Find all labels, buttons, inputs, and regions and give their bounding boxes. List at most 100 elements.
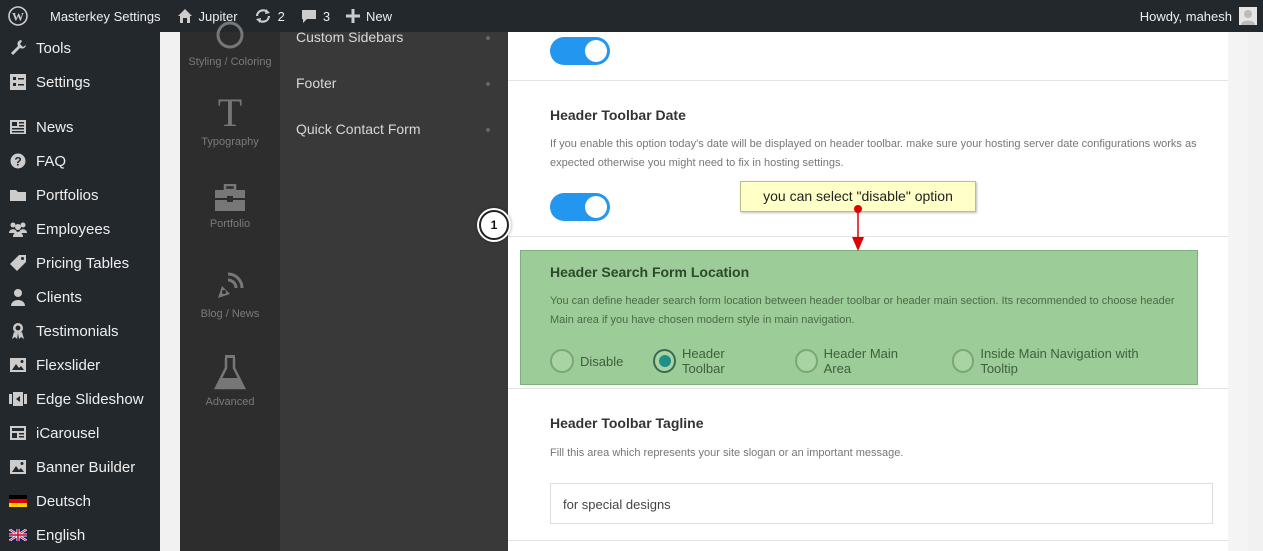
flag-de-icon	[8, 491, 28, 511]
new-label: New	[366, 8, 393, 24]
radio-disable[interactable]: Disable	[550, 349, 623, 373]
settings-icon	[8, 72, 28, 92]
toolbar-tagline-description: Fill this area which represents your sit…	[550, 447, 904, 459]
menu-item-flexslider[interactable]: Flexslider	[0, 350, 160, 380]
radio-dot	[659, 355, 672, 367]
menu-label: Testimonials	[36, 322, 119, 340]
screen: W Masterkey Settings Jupiter 2 3 New How…	[0, 0, 1263, 551]
flask-icon	[214, 355, 246, 390]
subsection-label: Footer	[296, 75, 337, 91]
category-portfolio[interactable]: Portfolio	[180, 184, 280, 230]
previous-option-toggle[interactable]	[550, 37, 610, 65]
menu-label: Pricing Tables	[36, 254, 130, 272]
radio-label: Inside Main Navigation with Tooltip	[980, 346, 1139, 376]
subsection-footer[interactable]: Footer	[296, 75, 496, 91]
menu-item-english[interactable]: English	[0, 520, 160, 550]
category-blog-news[interactable]: Blog / News	[180, 270, 280, 320]
carousel-icon	[8, 423, 28, 443]
menu-gap	[160, 32, 180, 551]
menu-item-employees[interactable]: Employees	[0, 214, 160, 244]
search-location-highlight: Header Search Form Location You can defi…	[520, 250, 1198, 385]
menu-item-faq[interactable]: ? FAQ	[0, 146, 160, 176]
radio-circle	[951, 349, 975, 373]
toolbar-date-description: If you enable this option today's date w…	[550, 138, 1197, 169]
briefcase-icon	[215, 184, 245, 211]
menu-label: Settings	[36, 73, 91, 91]
menu-item-icarousel[interactable]: iCarousel	[0, 418, 160, 448]
menu-label: English	[36, 526, 86, 544]
radio-inside-main-navigation[interactable]: Inside Main Navigation with Tooltip	[951, 346, 1167, 376]
bullet-dot	[486, 128, 490, 132]
menu-label: News	[36, 118, 74, 136]
radio-circle	[550, 349, 574, 373]
toggle-knob	[585, 40, 607, 62]
menu-label: Portfolios	[36, 186, 99, 204]
comments-count: 3	[322, 8, 331, 24]
search-location-radio-group: Disable Header Toolbar Header Main Area …	[550, 346, 1197, 376]
menu-item-testimonials[interactable]: Testimonials	[0, 316, 160, 346]
toolbar-tagline-title: Header Toolbar Tagline	[550, 415, 704, 431]
menu-item-banner-builder[interactable]: Banner Builder	[0, 452, 160, 482]
bullet-dot	[486, 36, 490, 40]
category-label: Blog / News	[200, 308, 260, 320]
menu-item-edge-slideshow[interactable]: Edge Slideshow	[0, 384, 160, 414]
wrench-icon	[8, 38, 28, 58]
category-advanced[interactable]: Advanced	[180, 354, 280, 408]
folder-icon	[8, 185, 28, 205]
my-account-link[interactable]: Howdy, mahesh	[1132, 0, 1263, 32]
menu-label: Clients	[36, 288, 82, 306]
new-content-link[interactable]: New	[338, 0, 400, 32]
menu-item-pricing-tables[interactable]: Pricing Tables	[0, 248, 160, 278]
toolbar-tagline-input[interactable]: for special designs	[550, 483, 1213, 524]
divider	[508, 388, 1228, 389]
radio-header-toolbar[interactable]: Header Toolbar	[653, 346, 765, 376]
category-styling-coloring[interactable]: Styling / Coloring	[180, 20, 280, 68]
menu-item-deutsch[interactable]: Deutsch	[0, 486, 160, 516]
employees-icon	[8, 219, 28, 239]
radio-label: Header Toolbar	[682, 346, 725, 376]
subsection-quick-contact-form[interactable]: Quick Contact Form	[296, 121, 496, 137]
toggle-knob	[585, 196, 607, 218]
subsection-label: Quick Contact Form	[296, 121, 421, 137]
option-category-column: Styling / Coloring T Typography Portfoli…	[180, 21, 280, 551]
menu-label: Employees	[36, 220, 111, 238]
menu-item-news[interactable]: News	[0, 112, 160, 142]
award-icon	[8, 321, 28, 341]
site-name-label: Masterkey Settings	[50, 8, 161, 24]
svg-text:T: T	[218, 92, 242, 130]
comments-link[interactable]: 3	[293, 0, 338, 32]
category-label: Styling / Coloring	[188, 56, 272, 68]
person-icon	[8, 287, 28, 307]
subsection-custom-sidebars[interactable]: Custom Sidebars	[296, 29, 496, 45]
divider	[508, 540, 1228, 541]
toolbar-date-toggle[interactable]	[550, 193, 610, 221]
radio-header-main-area[interactable]: Header Main Area	[794, 346, 922, 376]
panel-right-margin	[1228, 32, 1248, 551]
menu-label: FAQ	[36, 152, 67, 170]
plus-icon	[346, 9, 361, 23]
divider	[508, 80, 1228, 81]
admin-menu: Tools Settings News ? FAQ Portfolios Emp…	[0, 32, 160, 551]
avatar	[1239, 7, 1257, 25]
menu-label: Banner Builder	[36, 458, 136, 476]
image-icon	[8, 355, 28, 375]
wordpress-logo-button[interactable]: W	[0, 0, 42, 32]
palette-icon	[216, 21, 244, 49]
search-location-title: Header Search Form Location	[550, 264, 750, 280]
page-right-margin	[1248, 32, 1263, 551]
radio-circle	[794, 349, 818, 373]
category-typography[interactable]: T Typography	[180, 92, 280, 148]
menu-item-tools[interactable]: Tools	[0, 33, 160, 63]
category-label: Advanced	[205, 396, 255, 408]
radio-label: Disable	[580, 353, 624, 369]
wordpress-icon: W	[8, 6, 28, 26]
step-badge: 1	[479, 210, 509, 240]
menu-label: Deutsch	[36, 492, 92, 510]
menu-item-portfolios[interactable]: Portfolios	[0, 180, 160, 210]
menu-label: Edge Slideshow	[36, 390, 144, 408]
greeting-label: Howdy, mahesh	[1139, 8, 1232, 24]
menu-item-settings[interactable]: Settings	[0, 67, 160, 97]
site-name-link[interactable]: Masterkey Settings	[42, 0, 169, 32]
radio-circle-selected	[653, 349, 677, 373]
menu-item-clients[interactable]: Clients	[0, 282, 160, 312]
